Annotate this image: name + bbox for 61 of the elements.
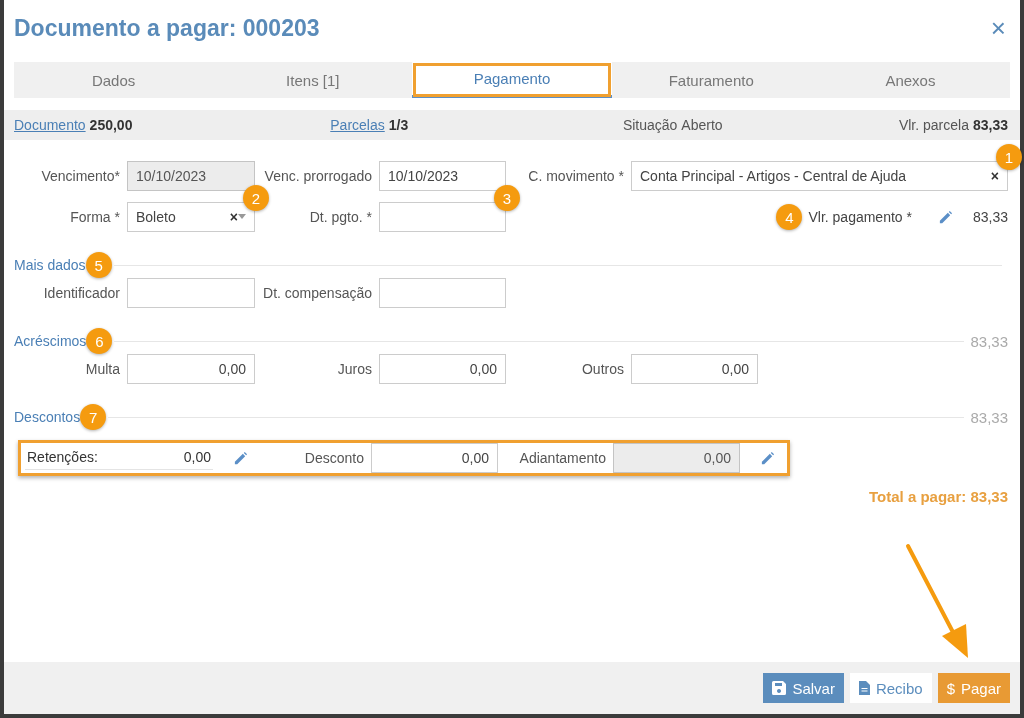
field-label: Outros [581, 361, 624, 377]
select-field[interactable]: Conta Principal - Artigos - Central de Ajuda × [631, 161, 1008, 191]
field-label: Venc. prorrogado [263, 168, 372, 184]
summary-value: 1/3 [388, 117, 409, 133]
input-field[interactable]: 0,00 [371, 443, 498, 473]
section-total: 83,33 [970, 332, 1008, 350]
input-field[interactable]: 0,00 [127, 354, 255, 384]
tab[interactable]: Faturamento [611, 62, 811, 98]
callout-number: 2 [243, 185, 269, 211]
callout-number: 1 [996, 144, 1022, 170]
callout-number: 5 [85, 252, 112, 278]
field-label: Juros [336, 361, 372, 377]
pencil-icon[interactable] [233, 450, 248, 466]
field-label: Vlr. pagamento * [808, 209, 912, 225]
close-button[interactable]: × [990, 15, 1006, 41]
primary-button[interactable]: Salvar [763, 673, 844, 703]
tab[interactable]: Itens [1] [213, 62, 413, 98]
section-heading: Acréscimos [14, 333, 87, 349]
input-field[interactable]: 0,00 [379, 354, 506, 384]
dollar-icon: $ [946, 679, 955, 697]
section-heading: Descontos [14, 409, 81, 425]
field-label: Identificador [42, 285, 120, 301]
field-label: Multa [84, 361, 120, 377]
dialog-title: Documento a pagar: 000203 [14, 14, 320, 42]
input-field[interactable]: 0,00 [631, 354, 758, 384]
field-label: Desconto [303, 450, 364, 466]
summary-value: 250,00 [89, 117, 133, 133]
summary-label: Situação [622, 117, 678, 133]
field-label: Dt. pgto. * [308, 209, 372, 225]
input-field[interactable] [379, 202, 506, 232]
summary-value: 83,33 [972, 117, 1008, 133]
summary-label: Vlr. parcela [898, 117, 969, 133]
field-label: Dt. compensação [262, 285, 372, 301]
field-label: Vencimento* [40, 168, 120, 184]
input-field[interactable] [379, 278, 506, 308]
callout-number: 6 [86, 328, 113, 354]
input-field[interactable]: 10/10/2023 [379, 161, 506, 191]
input-field[interactable] [127, 278, 255, 308]
amount-value: 0,00 [183, 448, 211, 465]
tab[interactable]: Pagamento [412, 62, 612, 98]
callout-number: 7 [80, 404, 107, 430]
field-label: Retenções: [27, 448, 98, 465]
summary-link[interactable]: Parcelas [330, 117, 385, 133]
field-label: Forma * [69, 209, 120, 225]
caret-icon [238, 214, 246, 220]
callout-number: 3 [494, 185, 520, 211]
section-heading: Mais dados [14, 257, 86, 273]
default-button[interactable]: Recibo [849, 673, 932, 703]
field-label: C. movimento * [527, 168, 624, 184]
callout-number: 4 [776, 204, 803, 230]
amount-value: 83,33 [972, 209, 1008, 225]
pencil-icon[interactable] [937, 209, 953, 225]
section-total: 83,33 [970, 408, 1008, 426]
tab[interactable]: Anexos [810, 62, 1010, 98]
document-icon [858, 681, 870, 695]
field-label: Adiantamento [518, 450, 606, 466]
tab[interactable]: Dados [14, 62, 214, 98]
warning-button[interactable]: $ Pagar [937, 673, 1010, 703]
summary-link[interactable]: Documento [14, 117, 86, 133]
total-amount: Total a pagar: 83,33 [869, 488, 1008, 505]
summary-value: Aberto [681, 117, 723, 133]
